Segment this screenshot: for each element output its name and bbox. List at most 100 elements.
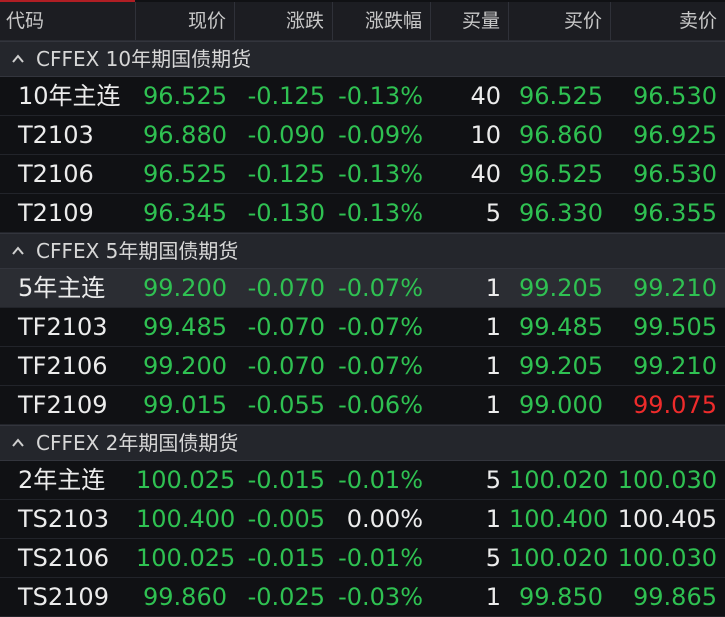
cell-code: T2106 bbox=[18, 160, 94, 188]
cell-price: 96.525 bbox=[143, 160, 227, 188]
cell-code: TF2109 bbox=[18, 391, 108, 419]
cell-ask-price: 99.505 bbox=[633, 313, 717, 341]
cell-code: T2109 bbox=[18, 199, 94, 227]
cell-bid-volume: 1 bbox=[485, 505, 501, 533]
cell-change: -0.090 bbox=[247, 121, 325, 149]
cell-price: 96.525 bbox=[143, 82, 227, 110]
cell-change-pct: -0.06% bbox=[338, 391, 423, 419]
cell-bid-volume: 5 bbox=[485, 199, 501, 227]
cell-bid-price: 100.020 bbox=[509, 466, 609, 494]
cell-bid-price: 99.000 bbox=[519, 391, 603, 419]
table-row[interactable]: TS2109 99.860 -0.025 -0.03% 1 99.850 99.865 bbox=[0, 578, 725, 617]
cell-change: -0.125 bbox=[247, 82, 325, 110]
cell-price: 100.025 bbox=[136, 466, 236, 494]
cell-change: -0.125 bbox=[247, 160, 325, 188]
cell-ask-price: 99.210 bbox=[633, 274, 717, 302]
cell-code: T2103 bbox=[18, 121, 94, 149]
table-row[interactable]: T2109 96.345 -0.130 -0.13% 5 96.330 96.355 bbox=[0, 194, 725, 233]
cell-bid-volume: 1 bbox=[485, 352, 501, 380]
cell-bid-volume: 40 bbox=[470, 160, 501, 188]
cell-change: -0.070 bbox=[247, 313, 325, 341]
header-ask-price[interactable]: 卖价 bbox=[611, 2, 725, 40]
cell-ask-price: 96.530 bbox=[633, 160, 717, 188]
table-row[interactable]: TS2106 100.025 -0.015 -0.01% 5 100.020 100.030 bbox=[0, 539, 725, 578]
cell-ask-price: 96.355 bbox=[633, 199, 717, 227]
cell-bid-price: 100.020 bbox=[509, 544, 609, 572]
cell-code: TS2106 bbox=[18, 544, 109, 572]
table-row[interactable]: 10年主连 96.525 -0.125 -0.13% 40 96.525 96.530 bbox=[0, 77, 725, 116]
table-row[interactable]: T2103 96.880 -0.090 -0.09% 10 96.860 96.925 bbox=[0, 116, 725, 155]
group-header-2y[interactable]: CFFEX 2年期国债期货 bbox=[0, 425, 725, 461]
cell-code: TS2103 bbox=[18, 505, 109, 533]
group-header-5y[interactable]: CFFEX 5年期国债期货 bbox=[0, 233, 725, 269]
cell-ask-price: 100.030 bbox=[617, 544, 717, 572]
cell-price: 99.015 bbox=[143, 391, 227, 419]
cell-ask-price: 100.405 bbox=[617, 505, 717, 533]
table-row[interactable]: T2106 96.525 -0.125 -0.13% 40 96.525 96.530 bbox=[0, 155, 725, 194]
cell-bid-volume: 1 bbox=[485, 313, 501, 341]
cell-bid-volume: 1 bbox=[485, 274, 501, 302]
cell-ask-price: 100.030 bbox=[617, 466, 717, 494]
table-row[interactable]: TF2109 99.015 -0.055 -0.06% 1 99.000 99.075 bbox=[0, 386, 725, 425]
cell-bid-volume: 1 bbox=[485, 583, 501, 611]
cell-code: TF2106 bbox=[18, 352, 108, 380]
cell-code: TS2109 bbox=[18, 583, 109, 611]
cell-bid-price: 99.205 bbox=[519, 352, 603, 380]
cell-change-pct: 0.00% bbox=[346, 505, 423, 533]
quote-table: CFFEX 10年期国债期货 10年主连 96.525 -0.125 -0.13% 40… bbox=[0, 41, 725, 617]
cell-bid-price: 96.525 bbox=[519, 82, 603, 110]
cell-change: -0.070 bbox=[247, 352, 325, 380]
cell-price: 100.025 bbox=[136, 544, 236, 572]
cell-change: -0.070 bbox=[247, 274, 325, 302]
cell-bid-price: 100.400 bbox=[509, 505, 609, 533]
cell-change-pct: -0.13% bbox=[338, 82, 423, 110]
cell-ask-price: 99.210 bbox=[633, 352, 717, 380]
table-row[interactable]: 5年主连 99.200 -0.070 -0.07% 1 99.205 99.210 bbox=[0, 269, 725, 308]
cell-bid-price: 96.860 bbox=[519, 121, 603, 149]
cell-change-pct: -0.01% bbox=[338, 544, 423, 572]
group-header-10y[interactable]: CFFEX 10年期国债期货 bbox=[0, 41, 725, 77]
cell-price: 96.880 bbox=[143, 121, 227, 149]
cell-price: 99.485 bbox=[143, 313, 227, 341]
cell-change: -0.025 bbox=[247, 583, 325, 611]
header-change[interactable]: 涨跌 bbox=[235, 2, 333, 40]
header-change-pct[interactable]: 涨跌幅 bbox=[333, 2, 431, 40]
cell-ask-price: 96.530 bbox=[633, 82, 717, 110]
cell-price: 100.400 bbox=[136, 505, 236, 533]
cell-bid-price: 99.205 bbox=[519, 274, 603, 302]
cell-bid-price: 99.850 bbox=[519, 583, 603, 611]
cell-change: -0.015 bbox=[247, 544, 325, 572]
cell-price: 99.200 bbox=[143, 352, 227, 380]
table-row[interactable]: TF2106 99.200 -0.070 -0.07% 1 99.205 99.210 bbox=[0, 347, 725, 386]
cell-ask-price: 99.075 bbox=[633, 391, 717, 419]
table-row[interactable]: 2年主连 100.025 -0.015 -0.01% 5 100.020 100.030 bbox=[0, 461, 725, 500]
cell-bid-price: 96.330 bbox=[519, 199, 603, 227]
cell-ask-price: 99.865 bbox=[633, 583, 717, 611]
cell-change: -0.015 bbox=[247, 466, 325, 494]
cell-bid-price: 96.525 bbox=[519, 160, 603, 188]
cell-change: -0.055 bbox=[247, 391, 325, 419]
cell-bid-price: 99.485 bbox=[519, 313, 603, 341]
group-title: CFFEX 5年期国债期货 bbox=[36, 239, 239, 263]
cell-code: 2年主连 bbox=[18, 466, 106, 494]
table-row[interactable]: TF2103 99.485 -0.070 -0.07% 1 99.485 99.505 bbox=[0, 308, 725, 347]
cell-change: -0.130 bbox=[247, 199, 325, 227]
cell-code: 5年主连 bbox=[18, 274, 106, 302]
header-bid-volume[interactable]: 买量 bbox=[431, 2, 509, 40]
cell-price: 96.345 bbox=[143, 199, 227, 227]
group-title: CFFEX 10年期国债期货 bbox=[36, 47, 252, 71]
header-price[interactable]: 现价 bbox=[136, 2, 235, 40]
cell-ask-price: 96.925 bbox=[633, 121, 717, 149]
cell-change-pct: -0.13% bbox=[338, 160, 423, 188]
header-bid-price[interactable]: 买价 bbox=[509, 2, 611, 40]
table-header: 代码 现价 涨跌 涨跌幅 买量 买价 卖价 bbox=[0, 2, 725, 41]
cell-bid-volume: 40 bbox=[470, 82, 501, 110]
cell-bid-volume: 10 bbox=[470, 121, 501, 149]
group-title: CFFEX 2年期国债期货 bbox=[36, 431, 239, 455]
table-row[interactable]: TS2103 100.400 -0.005 0.00% 1 100.400 100.405 bbox=[0, 500, 725, 539]
chevron-up-icon bbox=[12, 246, 24, 255]
header-code[interactable]: 代码 bbox=[0, 2, 136, 40]
cell-price: 99.200 bbox=[143, 274, 227, 302]
cell-change-pct: -0.01% bbox=[338, 466, 423, 494]
cell-price: 99.860 bbox=[143, 583, 227, 611]
